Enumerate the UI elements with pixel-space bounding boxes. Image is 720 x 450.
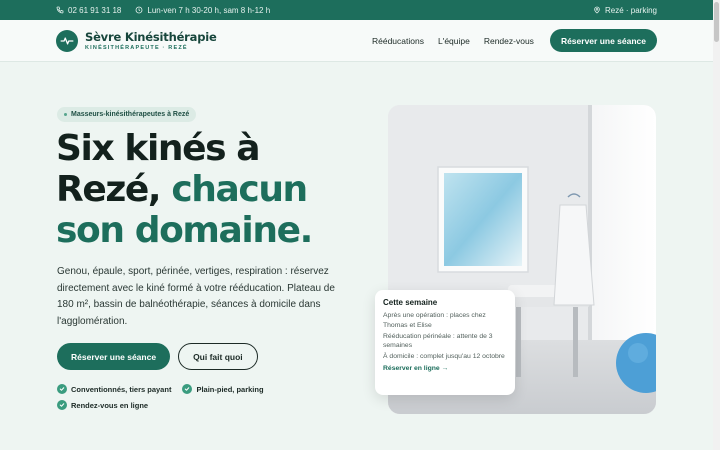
brand-name: Sèvre Kinésithérapie: [85, 30, 217, 44]
feature-label: Rendez-vous en ligne: [71, 400, 149, 410]
hero-title-accent-1: chacun: [171, 169, 308, 210]
check-icon: [57, 400, 67, 410]
book-online-link[interactable]: Réserver en ligne →: [383, 365, 507, 372]
logo[interactable]: [56, 29, 78, 52]
feature-item: Rendez-vous en ligne: [57, 400, 148, 410]
brand[interactable]: Sèvre Kinésithérapie KINÉSITHÉRAPEUTE · …: [85, 30, 217, 51]
phone-number: 02 61 91 31 18: [68, 5, 122, 15]
availability-card: Cette semaine Après une opération : plac…: [375, 290, 515, 395]
clock-icon: [135, 6, 143, 14]
opening-hours: Lun-ven 7 h 30-20 h, sam 8 h-12 h: [147, 5, 271, 15]
top-info-bar: 02 61 91 31 18 Lun-ven 7 h 30-20 h, sam …: [0, 0, 713, 20]
check-icon: [57, 384, 67, 394]
topbar-phone[interactable]: 02 61 91 31 18: [56, 6, 121, 15]
card-line: À domicile : complet jusqu'au 12 octobre: [383, 353, 505, 360]
card-line: Rééducation périnéale : attente de 3 sem…: [383, 332, 493, 350]
hero-tag-label: Masseurs-kinésithérapeutes à Rezé: [71, 111, 190, 118]
feature-label: Plain-pied, parking: [196, 384, 264, 394]
phone-icon: [56, 6, 64, 14]
check-icon: [182, 384, 193, 394]
hero-title-line1: Six kinés à: [56, 128, 261, 169]
tag-dot: [64, 113, 67, 116]
hero-description: Genou, épaule, sport, périnée, vertiges,…: [57, 266, 335, 327]
who-does-what-button[interactable]: Qui fait quoi: [178, 343, 258, 370]
nav-equipe[interactable]: L'équipe: [438, 36, 470, 46]
location-text: Rezé · parking: [604, 5, 657, 15]
scrollbar-thumb[interactable]: [714, 2, 719, 42]
hero-tag: Masseurs-kinésithérapeutes à Rezé: [57, 107, 197, 122]
topbar-location[interactable]: Rezé · parking: [593, 6, 657, 15]
hero-actions: Réserver une séance Qui fait quoi: [57, 343, 258, 370]
brand-subtitle: KINÉSITHÉRAPEUTE · REZÉ: [85, 45, 188, 51]
hero-title-accent-2: son domaine.: [56, 210, 313, 251]
nav-reeducations[interactable]: Rééducations: [372, 36, 424, 46]
location-pin-icon: [594, 6, 600, 14]
header-book-button[interactable]: Réserver une séance: [549, 29, 657, 52]
card-title: Cette semaine: [383, 298, 438, 307]
page-scrollbar[interactable]: [713, 0, 720, 450]
heartbeat-logo-icon: [60, 36, 74, 45]
hero-title-line2: Rezé,: [56, 169, 172, 210]
main-nav: Rééducations L'équipe Rendez-vous Réserv…: [358, 29, 657, 52]
topbar-hours: Lun-ven 7 h 30-20 h, sam 8 h-12 h: [135, 6, 270, 15]
hero-title: Six kinés à Rezé, chacun son domaine.: [56, 128, 376, 251]
hero-book-button[interactable]: Réserver une séance: [57, 343, 171, 370]
nav-rendez-vous[interactable]: Rendez-vous: [484, 36, 534, 46]
feature-item: Plain-pied, parking: [182, 384, 264, 394]
feature-list: Conventionnés, tiers payant Plain-pied, …: [57, 384, 317, 410]
card-line: Après une opération : places chez Thomas…: [383, 312, 486, 329]
feature-item: Conventionnés, tiers payant: [57, 384, 171, 394]
site-header: Sèvre Kinésithérapie KINÉSITHÉRAPEUTE · …: [0, 20, 713, 62]
feature-label: Conventionnés, tiers payant: [71, 384, 172, 394]
